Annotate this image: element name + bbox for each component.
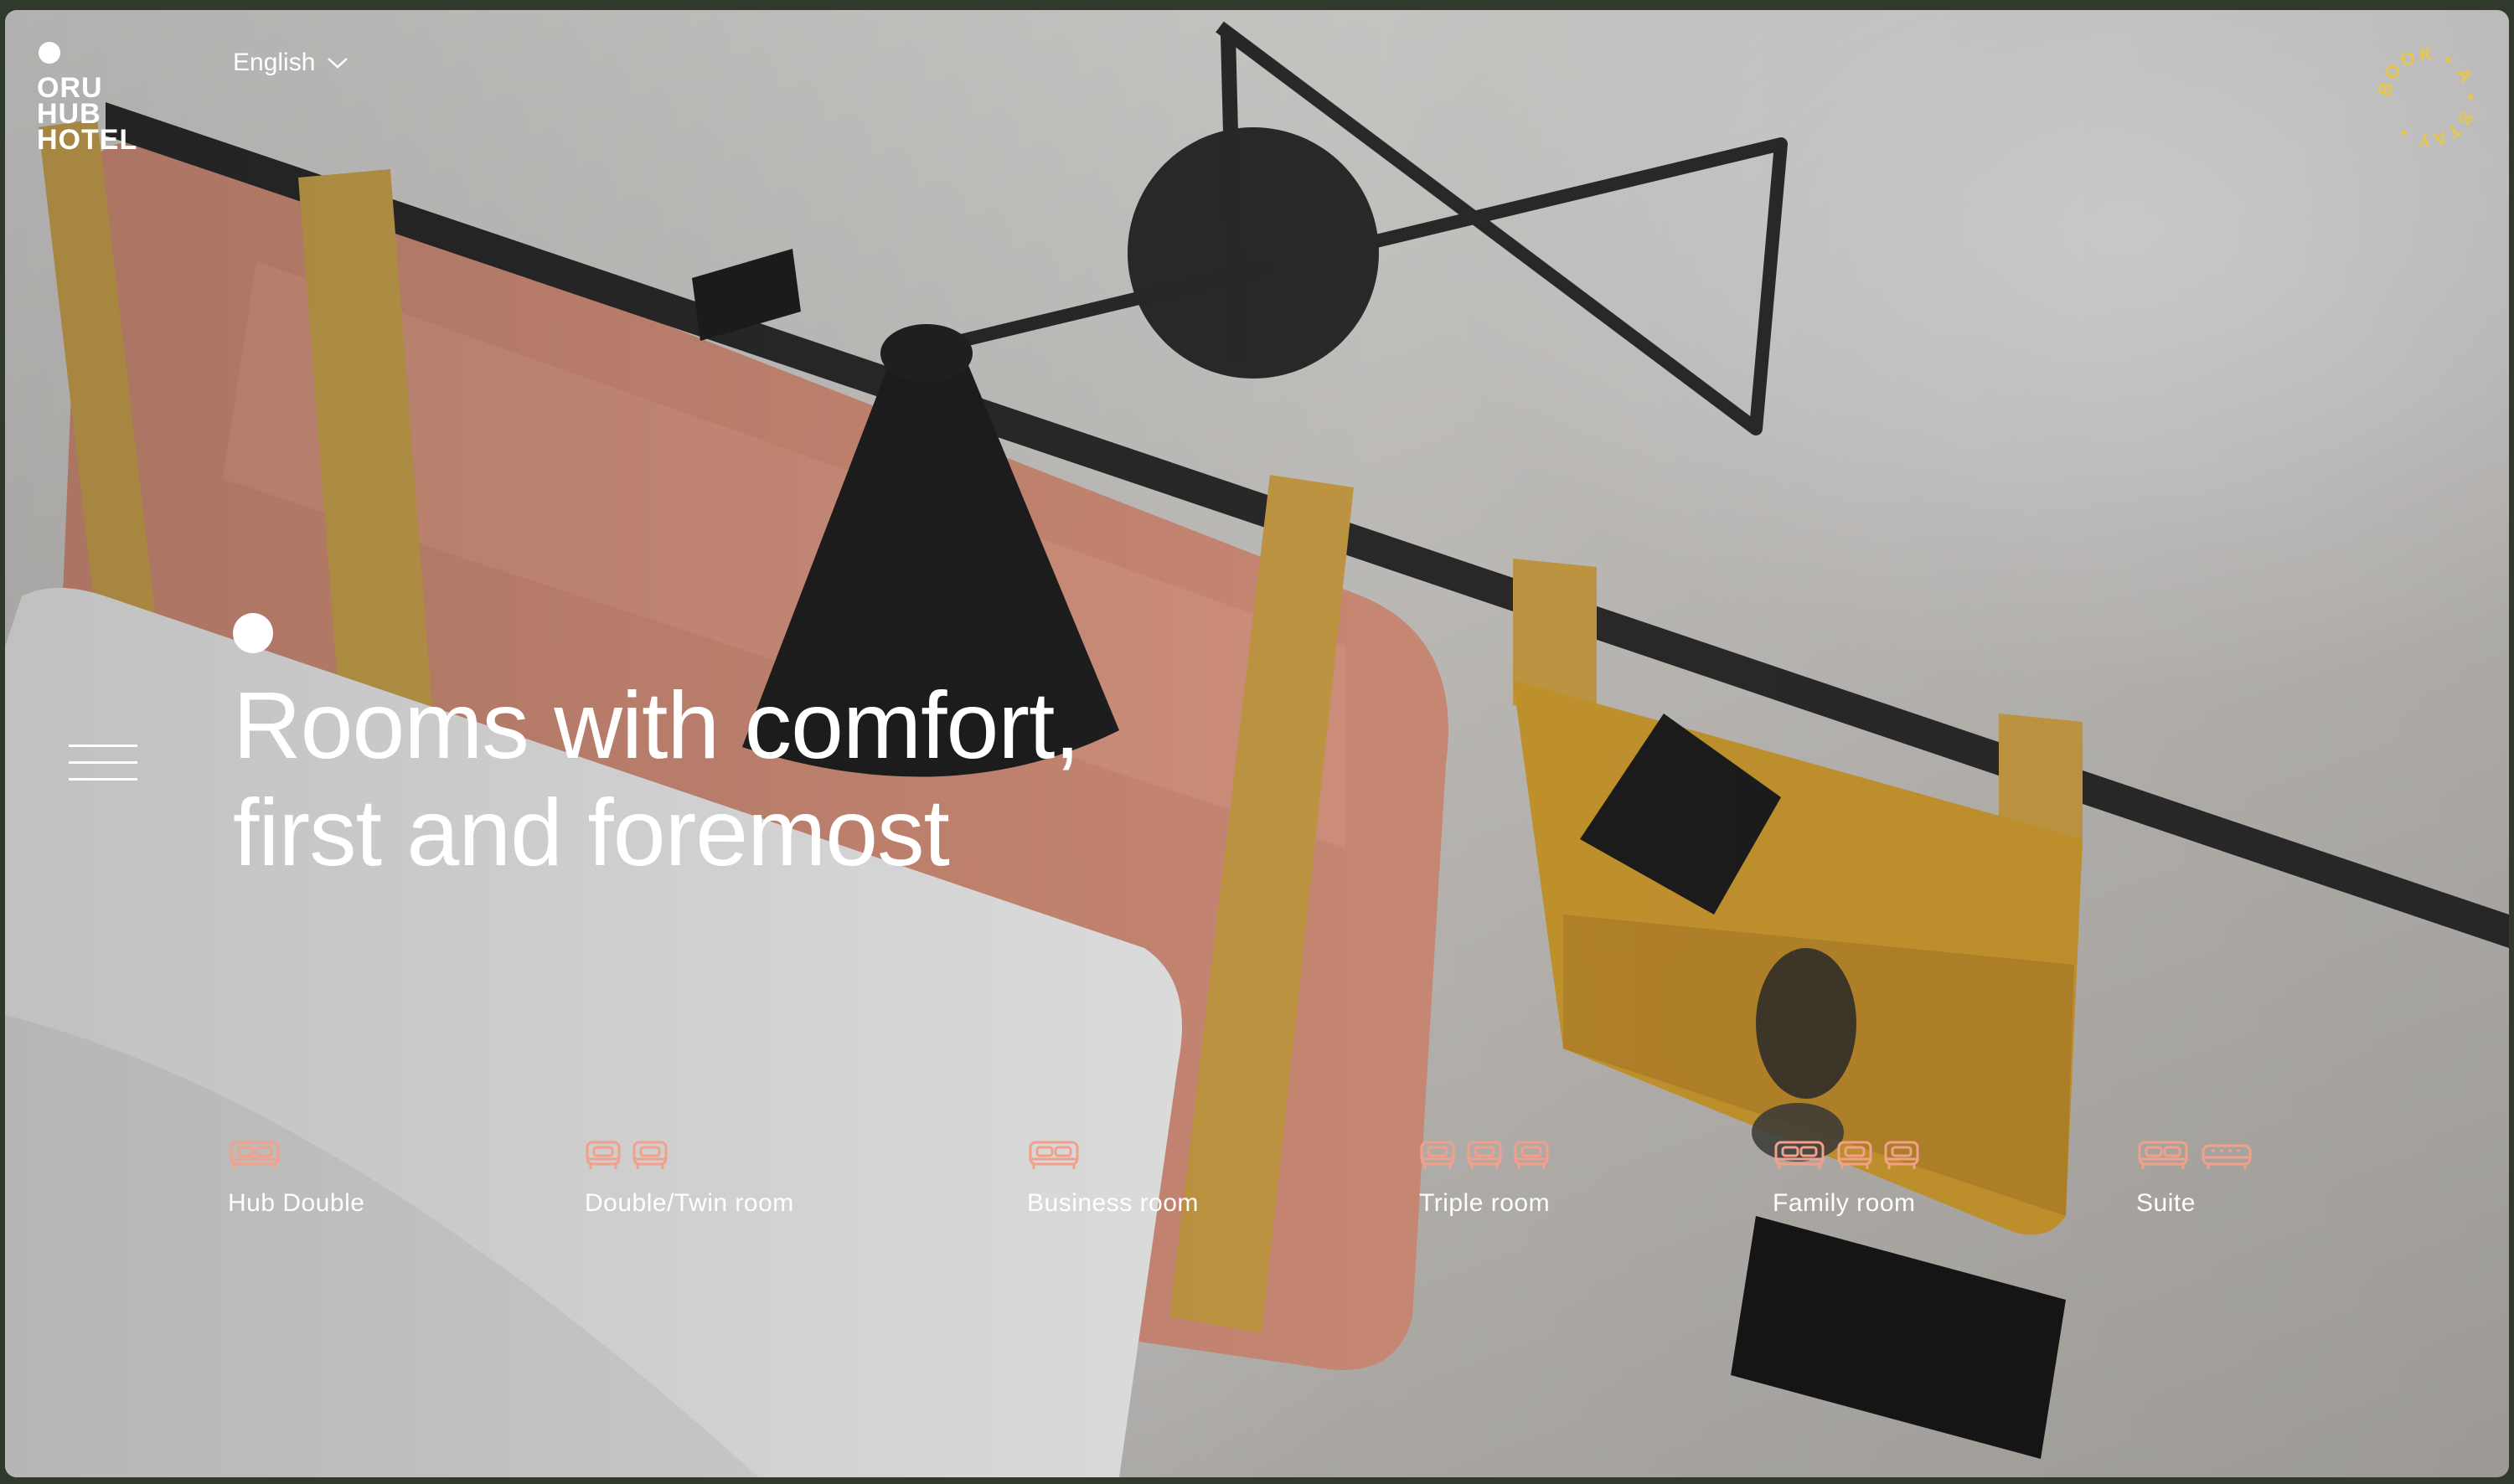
room-label: Hub Double <box>228 1189 365 1217</box>
svg-text:BOOK • A • STAY •: BOOK • A • STAY • <box>2376 45 2480 149</box>
room-type-double-twin[interactable]: Double/Twin room <box>585 1137 794 1218</box>
logo-dot-icon <box>39 42 60 64</box>
room-type-suite[interactable]: Suite <box>2136 1137 2253 1218</box>
single-bed-icon <box>1884 1141 1919 1169</box>
hero-title: Rooms with comfort, first and foremost <box>233 672 1322 886</box>
hero-dot-icon <box>233 613 273 653</box>
double-bed-icon <box>1029 1141 1079 1169</box>
hero-title-line2: first and foremost <box>233 780 950 885</box>
sofa-icon <box>2202 1144 2252 1169</box>
hotel-logo[interactable]: ORU HUB HOTEL <box>37 42 138 156</box>
hero-frame: ORU HUB HOTEL English BOOK • A • STAY • … <box>5 10 2509 1477</box>
room-label: Double/Twin room <box>585 1189 794 1217</box>
room-label: Suite <box>2136 1189 2196 1217</box>
single-bed-icon <box>1837 1141 1872 1169</box>
language-selector[interactable]: English <box>233 49 348 77</box>
room-type-hub-double[interactable]: Hub Double <box>228 1137 364 1218</box>
logo-text: ORU HUB HOTEL <box>37 72 138 156</box>
double-bed-icon <box>2138 1141 2188 1169</box>
menu-button[interactable] <box>69 745 137 781</box>
single-bed-icon <box>1420 1141 1455 1169</box>
room-type-business[interactable]: Business room <box>1027 1137 1199 1218</box>
room-label: Family room <box>1773 1189 1916 1217</box>
single-bed-icon <box>1467 1141 1502 1169</box>
single-bed-icon <box>632 1141 668 1169</box>
room-label: Triple room <box>1419 1189 1551 1217</box>
book-badge-text: BOOK • A • STAY • <box>2376 45 2479 149</box>
double-bed-icon <box>1774 1141 1825 1169</box>
hero-title-line1: Rooms with comfort, <box>233 672 1081 778</box>
room-type-triple[interactable]: Triple room <box>1419 1137 1550 1218</box>
double-bed-icon <box>230 1141 280 1169</box>
room-label: Business room <box>1027 1189 1199 1217</box>
single-bed-icon <box>586 1141 621 1169</box>
language-label: English <box>233 49 316 76</box>
single-bed-icon <box>1514 1141 1549 1169</box>
chevron-down-icon <box>328 58 348 69</box>
room-type-family[interactable]: Family room <box>1773 1137 1920 1218</box>
book-a-stay-badge[interactable]: BOOK • A • STAY • <box>2376 45 2480 149</box>
